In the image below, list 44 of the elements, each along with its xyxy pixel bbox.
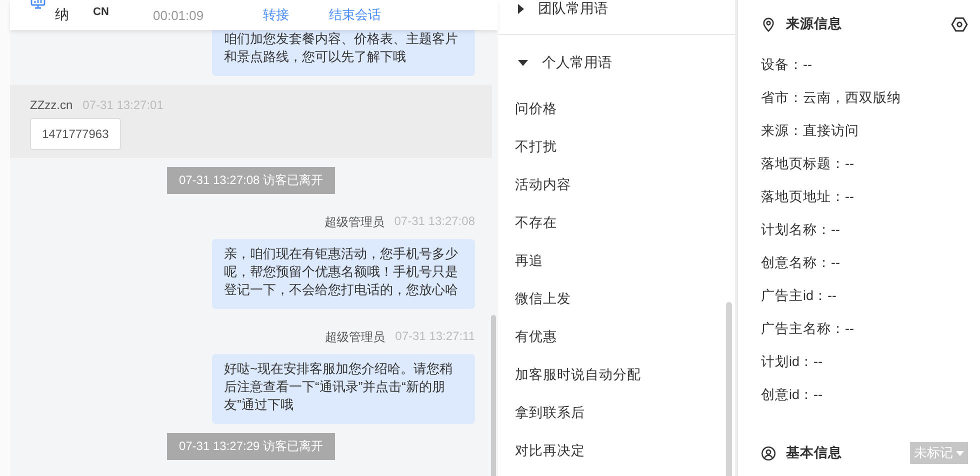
system-notice: 07-31 13:27:08 访客已离开 xyxy=(166,167,336,194)
info-field: 广告主id：-- xyxy=(761,279,968,312)
info-field: 来源：直接访问 xyxy=(761,114,968,147)
message-bubble: 咱们加您发套餐内容、价格表、主题客片和景点路线，您可以先了解下哦 xyxy=(212,30,475,76)
phrase-item[interactable]: 微信上发 xyxy=(498,280,735,318)
info-field: 创意id：-- xyxy=(761,378,968,411)
phrase-item[interactable]: 拿到联系后 xyxy=(498,394,735,432)
phrase-item[interactable]: 再追 xyxy=(498,242,735,280)
info-field: 省市：云南，西双版纳 xyxy=(761,81,968,114)
info-field: 计划id：-- xyxy=(761,345,968,378)
info-field: 广告主名称：-- xyxy=(761,312,968,345)
info-field: 落地页标题：-- xyxy=(761,147,968,180)
info-field: 计划名称：-- xyxy=(761,213,968,246)
phrase-item[interactable]: 不存在 xyxy=(498,204,735,242)
info-field: 落地页地址：-- xyxy=(761,180,968,213)
message-bubble: 好哒~现在安排客服加您介绍哈。请您稍后注意查看一下“通讯录”并点击“新的朋友”通过下哦 xyxy=(212,354,475,424)
phrase-item[interactable]: 活动内容 xyxy=(498,166,735,204)
user-icon xyxy=(761,446,776,460)
scrollbar[interactable] xyxy=(726,302,732,476)
message-time: 07-31 13:27:08 xyxy=(394,214,475,230)
message-bubble: 1471777963 xyxy=(30,118,121,150)
sender-name: 超级管理员 xyxy=(325,329,386,346)
phrase-group-header[interactable]: 个人常用语 xyxy=(498,34,735,90)
info-field: 创意名称：-- xyxy=(761,246,968,279)
chat-duration: 00:01:09 xyxy=(153,8,205,22)
phrase-group-header[interactable]: 团队常用语 xyxy=(498,0,735,34)
phrase-item[interactable]: 问价格 xyxy=(498,90,735,128)
visitor-name: CN xyxy=(93,6,110,18)
message-time: 07-31 13:27:11 xyxy=(395,329,475,345)
message-bubble: 亲，咱们现在有钜惠活动，您手机号多少呢，帮您预留个优惠名额哦！手机号只是登记一下，不会给您打电话的，您放心哈 xyxy=(212,239,475,309)
section-title: 基本信息 xyxy=(786,444,842,462)
location-pin-icon xyxy=(761,16,776,32)
settings-icon[interactable] xyxy=(951,16,968,32)
info-field: 设备：-- xyxy=(761,48,968,81)
sender-name: 超级管理员 xyxy=(324,214,384,231)
phrase-item[interactable]: 对比再决定 xyxy=(498,432,735,470)
scrollbar[interactable] xyxy=(491,315,496,476)
section-title: 来源信息 xyxy=(786,15,842,33)
phrase-item[interactable]: 不打扰 xyxy=(498,128,735,166)
phrase-item[interactable]: 有优惠 xyxy=(498,318,735,356)
visitor-location: 纳 xyxy=(55,6,70,24)
phrase-item[interactable]: 加客服时说自动分配 xyxy=(498,356,735,394)
system-notice: 07-31 13:27:29 访客已离开 xyxy=(166,433,336,460)
sender-name: ZZzz.cn xyxy=(30,98,73,112)
